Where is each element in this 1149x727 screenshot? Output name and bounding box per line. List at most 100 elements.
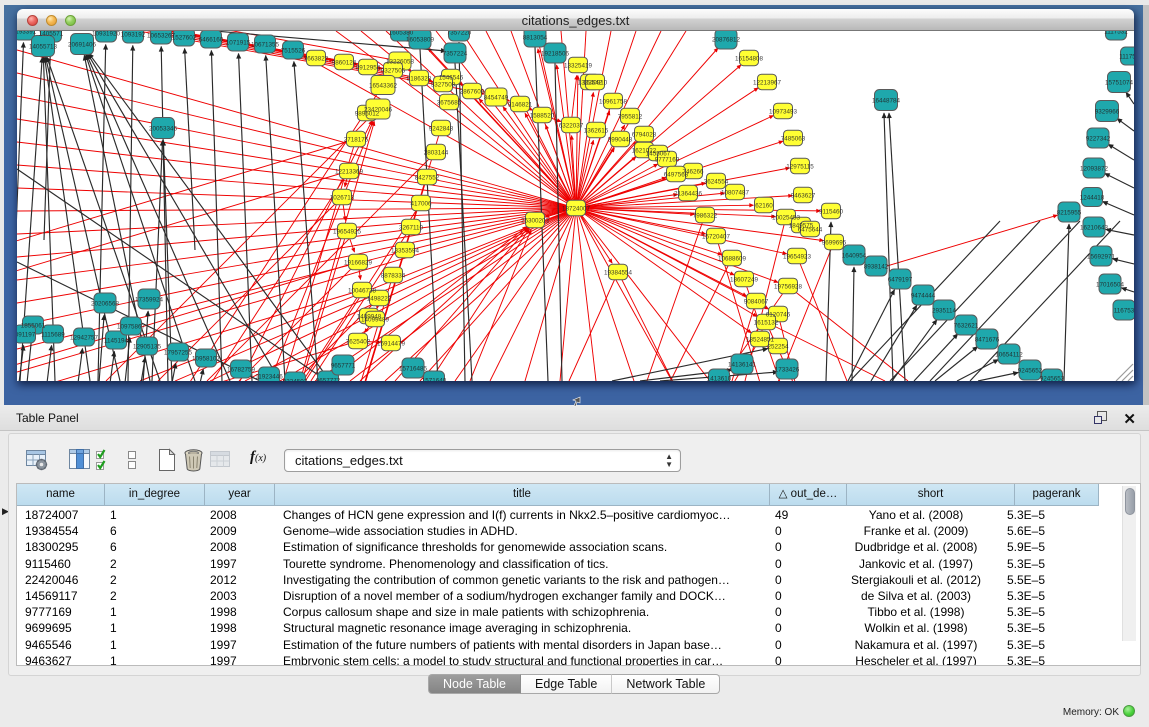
svg-text:14099489: 14099489 [361, 317, 390, 324]
svg-text:10046738: 10046738 [348, 288, 377, 295]
svg-text:14136141: 14136141 [728, 362, 757, 369]
svg-text:2193391: 2193391 [17, 31, 37, 36]
svg-text:3267110: 3267110 [399, 225, 424, 232]
svg-text:1733426: 1733426 [775, 367, 800, 374]
svg-text:9324502: 9324502 [283, 379, 308, 382]
svg-text:12093872: 12093872 [1080, 166, 1109, 173]
svg-text:16053809: 16053809 [406, 37, 435, 44]
svg-text:391197: 391197 [17, 332, 36, 339]
svg-text:17016504: 17016504 [1096, 282, 1125, 289]
svg-text:8186328: 8186328 [407, 76, 432, 83]
svg-text:2803144: 2803144 [424, 150, 449, 157]
svg-text:9242848: 9242848 [429, 126, 454, 133]
svg-text:9245653: 9245653 [1040, 376, 1065, 382]
svg-text:3624554: 3624554 [704, 179, 729, 186]
svg-text:16914479: 16914479 [377, 341, 406, 348]
svg-text:1115689: 1115689 [41, 332, 65, 339]
svg-text:9777169: 9777169 [655, 157, 680, 164]
svg-text:9146821: 9146821 [508, 102, 533, 109]
svg-text:10975867: 10975867 [117, 324, 146, 331]
svg-text:8912954: 8912954 [356, 65, 381, 72]
svg-text:8878334: 8878334 [381, 273, 406, 280]
svg-text:19756928: 19756928 [774, 284, 803, 291]
svg-text:17359924: 17359924 [135, 297, 164, 304]
svg-text:16154808: 16154808 [735, 56, 764, 63]
svg-text:1117532: 1117532 [1104, 31, 1128, 36]
svg-text:7625402: 7625402 [346, 339, 371, 346]
svg-text:2867608: 2867608 [460, 89, 485, 96]
svg-text:20691406: 20691406 [68, 42, 97, 49]
svg-text:12213369: 12213369 [335, 169, 364, 176]
svg-text:7485063: 7485063 [781, 136, 806, 143]
svg-text:1615132: 1615132 [754, 320, 779, 327]
svg-text:18524851: 18524851 [746, 337, 775, 344]
svg-text:7632621: 7632621 [954, 323, 979, 330]
svg-text:9657771: 9657771 [331, 363, 356, 370]
svg-text:7515526: 7515526 [281, 48, 306, 55]
svg-text:1405571: 1405571 [39, 31, 64, 38]
svg-text:116753: 116753 [1114, 308, 1134, 315]
svg-text:9474444: 9474444 [911, 293, 936, 300]
svg-text:15716485: 15716485 [399, 366, 428, 373]
svg-text:2935114: 2935114 [932, 308, 957, 315]
svg-text:1093192: 1093192 [121, 32, 146, 39]
svg-text:18724007: 18724007 [562, 206, 591, 213]
svg-text:1362615: 1362615 [584, 128, 609, 135]
svg-text:8938142: 8938142 [864, 264, 889, 271]
svg-text:9329966: 9329966 [1095, 109, 1120, 116]
svg-text:1540910: 1540910 [583, 80, 608, 87]
svg-text:21364436: 21364436 [674, 191, 703, 198]
svg-text:19166829: 19166829 [344, 260, 373, 267]
svg-text:1546546: 1546546 [439, 75, 464, 82]
svg-text:6475644: 6475644 [798, 227, 823, 234]
svg-text:25300203: 25300203 [521, 218, 550, 225]
svg-text:7357224: 7357224 [443, 51, 468, 58]
svg-text:7357220: 7357220 [447, 31, 472, 37]
svg-text:14055713: 14055713 [29, 44, 58, 51]
svg-text:1071915: 1071915 [226, 40, 251, 47]
svg-text:9699695: 9699695 [822, 240, 847, 247]
svg-text:19384554: 19384554 [604, 270, 633, 277]
svg-text:6120746: 6120746 [766, 312, 791, 319]
svg-text:8471676: 8471676 [975, 337, 1000, 344]
svg-text:12213967: 12213967 [753, 80, 782, 87]
svg-text:16210643: 16210643 [1080, 225, 1109, 232]
svg-text:23420046: 23420046 [364, 107, 393, 114]
svg-text:1571640: 1571640 [422, 378, 447, 382]
svg-text:6322037: 6322037 [559, 123, 584, 130]
svg-text:17957255: 17957255 [164, 350, 193, 357]
svg-text:1527602: 1527602 [172, 35, 197, 42]
svg-text:15720407: 15720407 [702, 234, 731, 241]
svg-text:20206568: 20206568 [91, 301, 120, 308]
svg-text:1855061: 1855061 [21, 323, 46, 330]
svg-text:1640954: 1640954 [842, 253, 867, 260]
svg-text:417006: 417006 [410, 201, 432, 208]
svg-text:6479197: 6479197 [888, 277, 913, 284]
svg-text:9245652: 9245652 [1018, 368, 1043, 375]
svg-text:12905135: 12905135 [133, 344, 162, 351]
svg-text:9084067: 9084067 [744, 299, 769, 306]
svg-text:10973493: 10973493 [769, 109, 798, 116]
svg-text:13353594: 13353594 [391, 248, 420, 255]
svg-text:6497568: 6497568 [664, 172, 689, 179]
svg-text:9657772: 9657772 [316, 378, 341, 382]
svg-text:9327508: 9327508 [431, 82, 456, 89]
svg-text:10654112: 10654112 [995, 352, 1023, 359]
svg-text:16448784: 16448784 [872, 98, 901, 105]
svg-text:10807487: 10807487 [721, 190, 750, 197]
svg-text:1413610: 1413610 [707, 376, 732, 382]
svg-text:16543362: 16543362 [369, 83, 398, 90]
svg-text:8813054: 8813054 [523, 35, 548, 42]
svg-text:1498222: 1498222 [367, 296, 392, 303]
svg-text:19654923: 19654923 [783, 254, 812, 261]
svg-text:9327505: 9327505 [381, 68, 406, 75]
svg-text:1588520: 1588520 [530, 113, 555, 120]
svg-text:13226058: 13226058 [386, 59, 415, 66]
svg-text:62160: 62160 [755, 203, 773, 210]
svg-text:7955812: 7955812 [618, 114, 643, 121]
svg-text:12942757: 12942757 [70, 335, 99, 342]
svg-text:19218506: 19218506 [541, 51, 570, 58]
svg-text:9860124: 9860124 [332, 60, 357, 67]
svg-text:20053346: 20053346 [149, 126, 178, 133]
svg-text:7986322: 7986322 [693, 213, 718, 220]
